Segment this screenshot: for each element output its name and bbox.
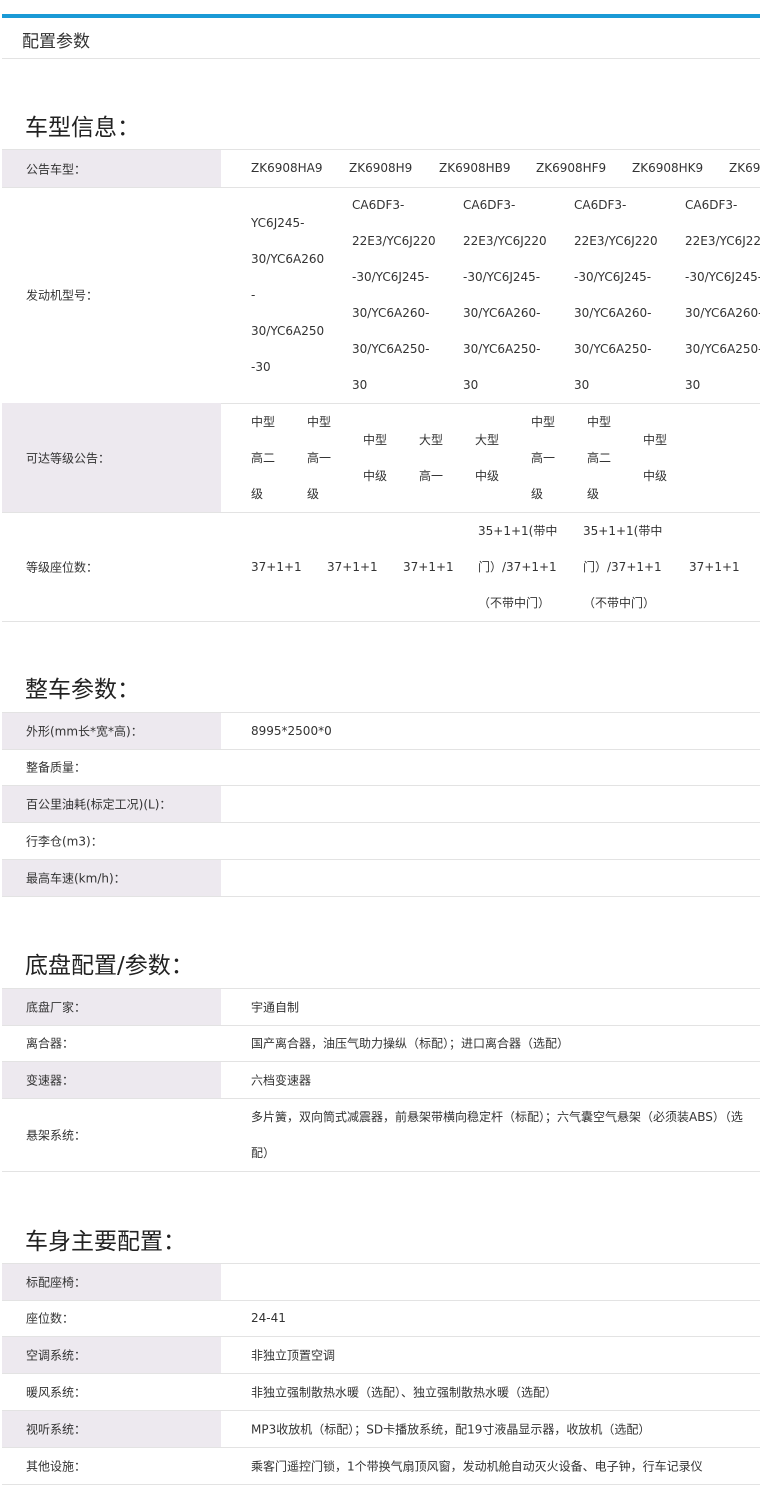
model-cell: ZK6908HA9: [251, 161, 323, 175]
engines-values: YC6J245- 30/YC6A260 - 30/YC6A250 -30 CA6…: [221, 187, 760, 403]
page-header: 配置参数: [2, 18, 760, 59]
seat-cell: 37+1+1: [251, 560, 302, 574]
row-label: 空调系统：: [2, 1337, 221, 1373]
row-label: 百公里油耗(标定工况)(L)：: [2, 786, 221, 822]
row-label: 底盘厂家：: [2, 989, 221, 1025]
models-values: ZK6908HA9 ZK6908H9 ZK6908HB9 ZK6908HF9 Z…: [221, 150, 760, 187]
row-label: 最高车速(km/h)：: [2, 860, 221, 896]
seats-values: 37+1+1 37+1+1 37+1+1 35+1+1(带中 门）/37+1+1…: [221, 513, 760, 621]
row-chassis-maker: 底盘厂家： 宇通自制: [2, 988, 760, 1026]
grade-cell: 大型 高一: [419, 433, 444, 483]
section-title-vehicle-info: 车型信息：: [25, 115, 140, 141]
row-clutch: 离合器： 国产离合器，油压气助力操纵（标配）；进口离合器（选配）: [2, 1025, 760, 1062]
row-label: 变速器：: [2, 1062, 221, 1098]
seat-cell: 37+1+1: [689, 560, 740, 574]
row-dimensions: 外形(mm长*宽*高)： 8995*2500*0: [2, 712, 760, 750]
section-title-chassis: 底盘配置/参数：: [25, 953, 194, 979]
row-fuel-consumption: 百公里油耗(标定工况)(L)：: [2, 786, 760, 823]
section-title-whole-vehicle: 整车参数：: [25, 677, 140, 703]
row-standard-seats: 标配座椅：: [2, 1263, 760, 1301]
row-engines: 发动机型号： YC6J245- 30/YC6A260 - 30/YC6A250 …: [2, 187, 760, 404]
grade-cell: 中型 高一 级: [307, 415, 332, 501]
model-cell: ZK6908HK9: [632, 161, 704, 175]
row-value: MP3收放机（标配）；SD卡播放系统，配19寸液晶显示器，收放机（选配）: [251, 1422, 651, 1437]
row-value: 非独立顶置空调: [251, 1348, 336, 1363]
row-label: 发动机型号：: [26, 288, 99, 303]
row-value: 国产离合器，油压气助力操纵（标配）；进口离合器（选配）: [251, 1036, 570, 1051]
seat-cell: 35+1+1(带中 门）/37+1+1 （不带中门）: [478, 524, 558, 610]
grades-values: 中型 高二 级 中型 高一 级 中型 中级 大型 高一 大型 中级 中型 高一 …: [221, 403, 760, 512]
row-label: 行李仓(m3)：: [26, 834, 103, 849]
row-label: 离合器：: [26, 1036, 75, 1051]
row-label: 座位数：: [26, 1311, 75, 1326]
row-heating: 暖风系统： 非独立强制散热水暖（选配）、独立强制散热水暖（选配）: [2, 1374, 760, 1411]
row-value: 非独立强制散热水暖（选配）、独立强制散热水暖（选配）: [251, 1385, 558, 1400]
row-suspension: 悬架系统： 多片簧，双向筒式减震器，前悬架带横向稳定杆（标配）；六气囊空气悬架（…: [2, 1099, 760, 1172]
grade-cell: 中型 中级: [363, 433, 388, 483]
page-title: 配置参数: [22, 32, 90, 52]
row-label: 可达等级公告：: [2, 403, 221, 512]
row-seats: 等级座位数： 37+1+1 37+1+1 37+1+1 35+1+1(带中 门）…: [2, 513, 760, 622]
seat-cell: 37+1+1: [327, 560, 378, 574]
engine-cell: CA6DF3- 22E3/YC6J220 -30/YC6J245- 30/YC6…: [574, 198, 658, 392]
row-curb-weight: 整备质量：: [2, 749, 760, 786]
model-cell: ZK6908HB9: [439, 161, 511, 175]
row-label: 公告车型：: [2, 150, 221, 187]
model-cell: ZK6908H9: [349, 161, 413, 175]
row-seat-count: 座位数： 24-41: [2, 1300, 760, 1337]
seat-cell: 37+1+1: [403, 560, 454, 574]
grade-cell: 中型 高一 级: [531, 415, 556, 501]
row-label: 视听系统：: [2, 1411, 221, 1447]
row-value: 8995*2500*0: [251, 724, 332, 738]
row-value: 24-41: [251, 1311, 286, 1325]
row-grades: 可达等级公告： 中型 高二 级 中型 高一 级 中型 中级 大型 高一 大型 中…: [2, 403, 760, 513]
row-air-conditioning: 空调系统： 非独立顶置空调: [2, 1337, 760, 1374]
engine-cell: CA6DF3- 22E3/YC6J220 -30/YC6J245- 30/YC6…: [352, 198, 436, 392]
row-gearbox: 变速器： 六档变速器: [2, 1062, 760, 1099]
row-label: 等级座位数：: [26, 560, 99, 575]
row-value: 多片簧，双向筒式减震器，前悬架带横向稳定杆（标配）；六气囊空气悬架（必须装ABS…: [251, 1110, 743, 1160]
row-max-speed: 最高车速(km/h)：: [2, 860, 760, 897]
row-value: 宇通自制: [251, 1000, 300, 1015]
grade-cell: 中型 高二 级: [587, 415, 612, 501]
engine-cell: CA6DF3- 22E3/YC6J22 -30/YC6J245- 30/YC6A…: [685, 198, 760, 392]
grade-cell: 中型 高二 级: [251, 415, 276, 501]
row-label: 整备质量：: [26, 760, 87, 775]
engine-cell: YC6J245- 30/YC6A260 - 30/YC6A250 -30: [251, 216, 325, 374]
model-cell: ZK6908HF9: [536, 161, 607, 175]
row-label: 标配座椅：: [2, 1264, 221, 1300]
engine-cell: CA6DF3- 22E3/YC6J220 -30/YC6J245- 30/YC6…: [463, 198, 547, 392]
row-label: 暖风系统：: [26, 1385, 87, 1400]
row-models: 公告车型： ZK6908HA9 ZK6908H9 ZK6908HB9 ZK690…: [2, 149, 760, 188]
grade-cell: 大型 中级: [475, 433, 500, 483]
seat-cell: 35+1+1(带中 门）/37+1+1 （不带中门）: [583, 524, 663, 610]
row-audio-video: 视听系统： MP3收放机（标配）；SD卡播放系统，配19寸液晶显示器，收放机（选…: [2, 1411, 760, 1448]
row-luggage: 行李仓(m3)：: [2, 823, 760, 860]
row-label: 其他设施：: [26, 1459, 87, 1474]
row-value: 乘客门遥控门锁，1个带换气扇顶风窗，发动机舱自动灭火设备、电子钟，行车记录仪: [251, 1459, 703, 1474]
row-other-facilities: 其他设施： 乘客门遥控门锁，1个带换气扇顶风窗，发动机舱自动灭火设备、电子钟，行…: [2, 1448, 760, 1485]
section-title-body: 车身主要配置：: [25, 1229, 186, 1255]
row-label: 悬架系统：: [26, 1128, 87, 1143]
grade-cell: 中型 中级: [643, 433, 668, 483]
model-cell: ZK69: [729, 161, 760, 175]
row-value: 六档变速器: [251, 1073, 312, 1088]
row-label: 外形(mm长*宽*高)：: [2, 713, 221, 749]
